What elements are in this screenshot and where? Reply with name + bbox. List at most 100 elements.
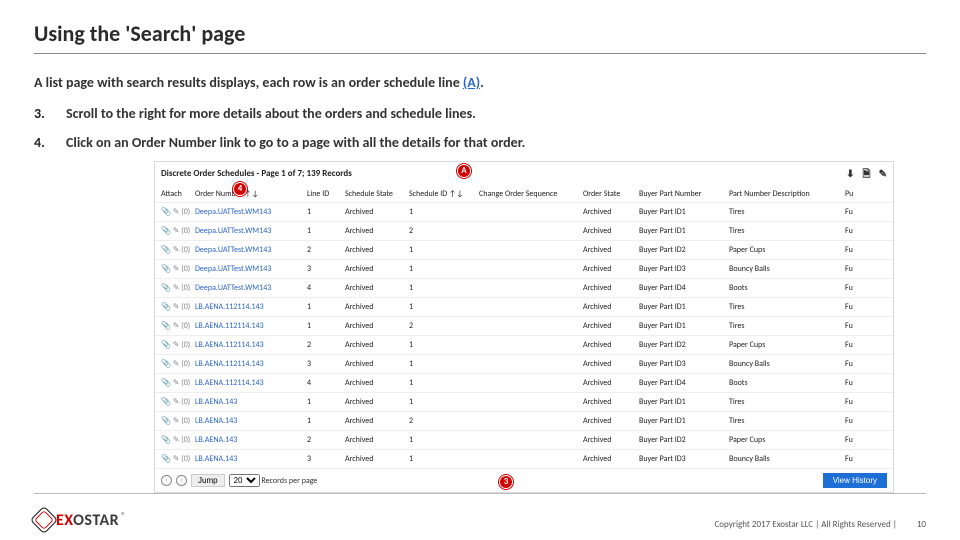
intro-link-a[interactable]: (A) xyxy=(463,74,480,91)
records-per-page-select[interactable]: 20 xyxy=(229,474,260,487)
attach-cell[interactable]: 📎 ✎ (0) xyxy=(161,320,195,332)
truncated-cell: Fu xyxy=(845,206,865,218)
attach-cell[interactable]: 📎 ✎ (0) xyxy=(161,282,195,294)
order-number-link[interactable]: Deepa.UATTest.WM143 xyxy=(195,282,307,294)
attach-cell[interactable]: 📎 ✎ (0) xyxy=(161,377,195,389)
attach-cell[interactable]: 📎 ✎ (0) xyxy=(161,339,195,351)
line-id-cell: 4 xyxy=(307,282,345,294)
attach-cell[interactable]: 📎 ✎ (0) xyxy=(161,415,195,427)
export-icon[interactable]: 🗎 xyxy=(863,167,871,180)
schedule-state-cell: Archived xyxy=(345,301,409,313)
col-buyer-part-number[interactable]: Buyer Part Number xyxy=(639,188,729,200)
order-state-cell: Archived xyxy=(583,434,639,446)
buyer-part-cell: Buyer Part ID1 xyxy=(639,206,729,218)
page-title: Using the 'Search' page xyxy=(34,20,926,47)
col-schedule-id[interactable]: Schedule ID ↑↓ xyxy=(409,188,479,200)
column-header-row: Attach Order Number ↑↓ Line ID Schedule … xyxy=(155,186,893,202)
buyer-part-cell: Buyer Part ID1 xyxy=(639,415,729,427)
order-number-link[interactable]: LB.AENA.143 xyxy=(195,453,307,465)
col-order-state[interactable]: Order State xyxy=(583,188,639,200)
order-number-link[interactable]: LB.AENA.112114.143 xyxy=(195,377,307,389)
schedule-id-cell: 1 xyxy=(409,206,479,218)
page-prev-icon[interactable]: ‹ xyxy=(161,475,172,486)
schedule-id-cell: 2 xyxy=(409,415,479,427)
truncated-cell: Fu xyxy=(845,358,865,370)
col-order-number[interactable]: Order Number ↑↓ xyxy=(195,188,307,200)
buyer-part-cell: Buyer Part ID2 xyxy=(639,339,729,351)
col-line-id[interactable]: Line ID xyxy=(307,188,345,200)
col-change-sequence[interactable]: Change Order Sequence xyxy=(479,188,583,200)
part-desc-cell: Boots xyxy=(729,377,845,389)
screenshot-panel: Discrete Order Schedules - Page 1 of 7; … xyxy=(154,161,894,493)
line-id-cell: 2 xyxy=(307,434,345,446)
truncated-cell: Fu xyxy=(845,453,865,465)
logo-ex: EX xyxy=(56,511,73,530)
part-desc-cell: Boots xyxy=(729,282,845,294)
buyer-part-cell: Buyer Part ID3 xyxy=(639,453,729,465)
callout-4: 4 xyxy=(233,182,247,196)
attach-cell[interactable]: 📎 ✎ (0) xyxy=(161,358,195,370)
col-attach[interactable]: Attach xyxy=(161,188,195,200)
schedule-id-cell: 2 xyxy=(409,225,479,237)
edit-icon[interactable]: ✎ xyxy=(879,167,887,180)
download-icon[interactable]: ⬇ xyxy=(846,167,854,180)
order-number-link[interactable]: Deepa.UATTest.WM143 xyxy=(195,244,307,256)
buyer-part-cell: Buyer Part ID4 xyxy=(639,282,729,294)
intro-suffix: . xyxy=(480,74,484,91)
order-number-link[interactable]: LB.AENA.143 xyxy=(195,415,307,427)
line-id-cell: 1 xyxy=(307,225,345,237)
order-number-link[interactable]: LB.AENA.143 xyxy=(195,396,307,408)
schedule-state-cell: Archived xyxy=(345,377,409,389)
truncated-cell: Fu xyxy=(845,301,865,313)
order-state-cell: Archived xyxy=(583,377,639,389)
order-state-cell: Archived xyxy=(583,263,639,275)
truncated-cell: Fu xyxy=(845,434,865,446)
grid-heading-bar: Discrete Order Schedules - Page 1 of 7; … xyxy=(155,162,893,186)
order-number-link[interactable]: LB.AENA.112114.143 xyxy=(195,358,307,370)
order-state-cell: Archived xyxy=(583,244,639,256)
line-id-cell: 1 xyxy=(307,206,345,218)
order-number-link[interactable]: LB.AENA.112114.143 xyxy=(195,320,307,332)
page-next-icon[interactable]: › xyxy=(176,475,187,486)
schedule-id-cell: 1 xyxy=(409,434,479,446)
col-part-description[interactable]: Part Number Description xyxy=(729,188,845,200)
attach-cell[interactable]: 📎 ✎ (0) xyxy=(161,263,195,275)
schedule-id-cell: 1 xyxy=(409,263,479,275)
order-state-cell: Archived xyxy=(583,396,639,408)
order-number-link[interactable]: LB.AENA.112114.143 xyxy=(195,301,307,313)
steps-list: 3. Scroll to the right for more details … xyxy=(34,103,926,153)
jump-button[interactable]: Jump xyxy=(191,474,225,487)
buyer-part-cell: Buyer Part ID2 xyxy=(639,244,729,256)
attach-cell[interactable]: 📎 ✎ (0) xyxy=(161,396,195,408)
part-desc-cell: Paper Cups xyxy=(729,339,845,351)
attach-cell[interactable]: 📎 ✎ (0) xyxy=(161,301,195,313)
schedule-state-cell: Archived xyxy=(345,339,409,351)
table-row: 📎 ✎ (0)Deepa.UATTest.WM1431Archived2Arch… xyxy=(155,221,893,240)
order-number-link[interactable]: LB.AENA.143 xyxy=(195,434,307,446)
schedule-state-cell: Archived xyxy=(345,396,409,408)
table-row: 📎 ✎ (0)LB.AENA.1432Archived1ArchivedBuye… xyxy=(155,430,893,449)
intro-prefix: A list page with search results displays… xyxy=(34,74,463,91)
part-desc-cell: Bouncy Balls xyxy=(729,453,845,465)
order-state-cell: Archived xyxy=(583,206,639,218)
table-row: 📎 ✎ (0)Deepa.UATTest.WM1434Archived1Arch… xyxy=(155,278,893,297)
attach-cell[interactable]: 📎 ✎ (0) xyxy=(161,244,195,256)
attach-cell[interactable]: 📎 ✎ (0) xyxy=(161,206,195,218)
order-number-link[interactable]: LB.AENA.112114.143 xyxy=(195,339,307,351)
attach-cell[interactable]: 📎 ✎ (0) xyxy=(161,225,195,237)
order-number-link[interactable]: Deepa.UATTest.WM143 xyxy=(195,225,307,237)
order-state-cell: Archived xyxy=(583,358,639,370)
table-row: 📎 ✎ (0)LB.AENA.112114.1432Archived1Archi… xyxy=(155,335,893,354)
table-row: 📎 ✎ (0)Deepa.UATTest.WM1433Archived1Arch… xyxy=(155,259,893,278)
order-number-link[interactable]: Deepa.UATTest.WM143 xyxy=(195,206,307,218)
order-state-cell: Archived xyxy=(583,282,639,294)
attach-cell[interactable]: 📎 ✎ (0) xyxy=(161,453,195,465)
footer: EXOSTAR® Copyright 2017 Exostar LLC | Al… xyxy=(34,510,926,530)
col-schedule-state[interactable]: Schedule State xyxy=(345,188,409,200)
part-desc-cell: Tires xyxy=(729,225,845,237)
order-number-link[interactable]: Deepa.UATTest.WM143 xyxy=(195,263,307,275)
attach-cell[interactable]: 📎 ✎ (0) xyxy=(161,434,195,446)
view-history-button[interactable]: View History xyxy=(823,473,887,488)
table-row: 📎 ✎ (0)LB.AENA.1433Archived1ArchivedBuye… xyxy=(155,449,893,468)
schedule-state-cell: Archived xyxy=(345,358,409,370)
